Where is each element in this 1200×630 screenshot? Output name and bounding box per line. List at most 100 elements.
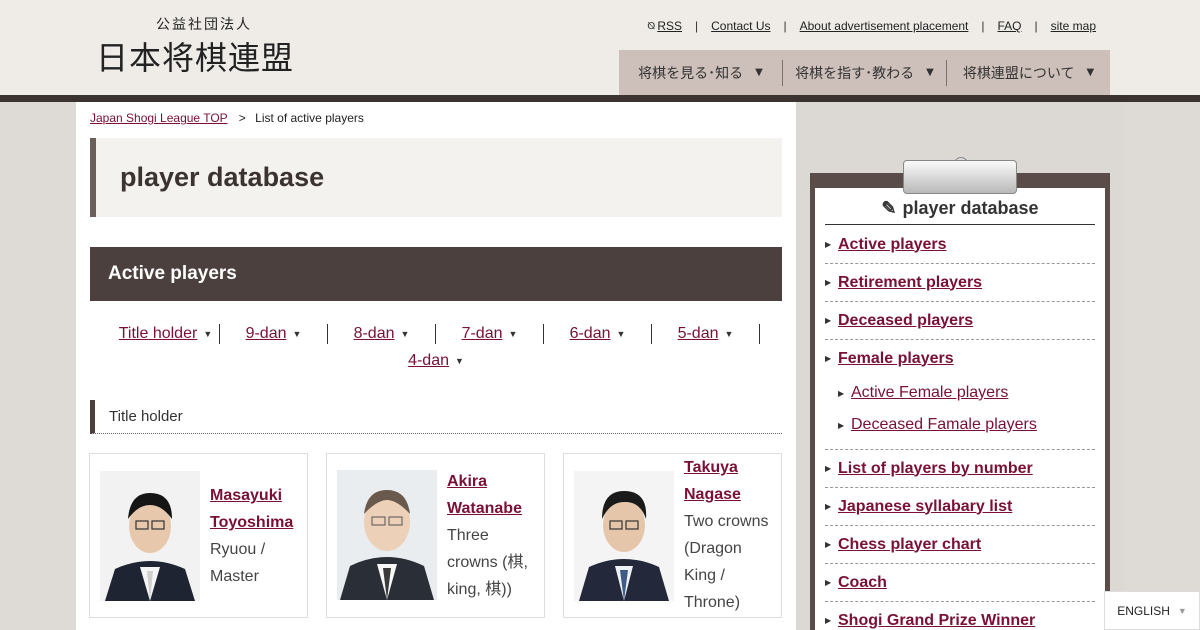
dan-link-8-dan[interactable]: 8-dan <box>354 325 395 343</box>
triangle-right-icon: ▶ <box>825 616 832 625</box>
sidebar-link[interactable]: Deceased players <box>838 312 973 330</box>
separator: | <box>783 19 787 33</box>
dan-link-7-dan[interactable]: 7-dan <box>462 325 503 343</box>
section-heading: Active players <box>90 247 782 301</box>
dan-filter-item[interactable]: 5-dan ▼ <box>652 324 760 344</box>
player-photo[interactable] <box>100 471 200 601</box>
nav-item-about-federation[interactable]: 将棋連盟について ▼ <box>947 60 1110 86</box>
dan-link-5-dan[interactable]: 5-dan <box>678 325 719 343</box>
chevron-down-icon: ▼ <box>1177 605 1187 616</box>
rss-icon: ⦰ <box>647 20 656 32</box>
sidebar-sublink-deceased-female[interactable]: Deceased Famale players <box>851 416 1037 434</box>
player-name-link[interactable]: Akira Watanabe <box>447 468 543 522</box>
sidebar-link[interactable]: List of players by number <box>838 460 1033 478</box>
sidebar-link[interactable]: Coach <box>838 574 887 592</box>
triangle-right-icon: ▶ <box>825 240 832 249</box>
player-card[interactable]: Takuya Nagase Two crowns (Dragon King / … <box>563 453 782 618</box>
dan-filter-row: 4-dan ▼ <box>90 351 782 371</box>
player-title-line: Ryuou / <box>210 541 266 558</box>
nav-item-label: 将棋を見る･知る <box>638 65 744 82</box>
triangle-right-icon: ▶ <box>825 578 832 587</box>
triangle-down-icon: ▼ <box>616 329 626 339</box>
breadcrumb-current: List of active players <box>255 111 364 125</box>
player-title-line: crowns (棋, <box>447 554 528 571</box>
triangle-down-icon: ▼ <box>203 329 213 339</box>
nav-item-watch-learn[interactable]: 将棋を見る･知る ▼ <box>619 59 783 86</box>
player-card[interactable]: Akira Watanabe Three crowns (棋, king, 棋)… <box>326 453 545 618</box>
triangle-right-icon: ▶ <box>838 388 845 398</box>
triangle-right-icon: ▶ <box>838 420 845 430</box>
triangle-down-icon: ▼ <box>455 356 464 366</box>
triangle-down-icon: ▼ <box>400 329 410 339</box>
player-last-name: Watanabe <box>447 500 522 517</box>
sidebar-link[interactable]: Female players <box>838 350 954 368</box>
dan-filter-item[interactable]: 7-dan ▼ <box>436 324 544 344</box>
dan-filter-item[interactable]: 4-dan ▼ <box>382 351 490 371</box>
dan-link-title-holder[interactable]: Title holder <box>119 325 198 343</box>
rss-link[interactable]: RSS <box>657 19 682 33</box>
sidebar-link[interactable]: Active players <box>838 236 947 254</box>
player-title-line: (Dragon <box>684 540 742 557</box>
clipboard-clip <box>903 160 1017 194</box>
dan-filter-item[interactable]: Title holder ▼ <box>112 324 220 344</box>
sidebar-link[interactable]: Shogi Grand Prize Winner <box>838 612 1035 630</box>
chevron-down-icon: ▼ <box>755 67 763 78</box>
player-last-name: Nagase <box>684 486 741 503</box>
nav-item-label: 将棋を指す･教わる <box>795 65 915 82</box>
page-title: player database <box>120 162 325 192</box>
sidebar-item-grand-prize: ▶ Shogi Grand Prize Winner <box>825 602 1095 630</box>
sidebar-title: ✎ player database <box>825 198 1095 225</box>
dan-filter-item[interactable]: 8-dan ▼ <box>328 324 436 344</box>
sidebar-sublink-active-female[interactable]: Active Female players <box>851 384 1008 402</box>
sidebar-item-deceased-players: ▶ Deceased players <box>825 302 1095 340</box>
player-title-line: king, 棋)) <box>447 581 512 598</box>
player-photo[interactable] <box>337 470 437 600</box>
dan-link-6-dan[interactable]: 6-dan <box>570 325 611 343</box>
player-title-line: Throne) <box>684 594 741 611</box>
dan-filter-item[interactable]: 9-dan ▼ <box>220 324 328 344</box>
sidebar-link[interactable]: Japanese syllabary list <box>838 498 1012 516</box>
player-first-name: Akira <box>447 473 488 490</box>
faq-link[interactable]: FAQ <box>998 19 1022 33</box>
nav-item-label: 将棋連盟について <box>962 65 1075 82</box>
player-name-link[interactable]: Takuya Nagase <box>684 454 780 508</box>
logo-subtitle: 公益社団法人 <box>156 17 252 33</box>
breadcrumb-home-link[interactable]: Japan Shogi League TOP <box>90 111 227 125</box>
triangle-right-icon: ▶ <box>825 278 832 287</box>
player-info: Masayuki Toyoshima Ryuou / Master <box>210 482 302 590</box>
player-name-link[interactable]: Masayuki Toyoshima <box>210 482 302 536</box>
player-title-line: Two crowns <box>684 513 769 530</box>
sidebar-item-player-chart: ▶ Chess player chart <box>825 526 1095 564</box>
triangle-right-icon: ▶ <box>825 502 832 511</box>
site-logo[interactable]: 日本将棋連盟 <box>96 33 294 79</box>
triangle-down-icon: ▼ <box>508 329 518 339</box>
player-photo[interactable] <box>574 471 674 601</box>
dan-filter-row: Title holder ▼ 9-dan ▼ 8-dan ▼ 7-dan ▼ 6… <box>90 324 782 344</box>
sitemap-link[interactable]: site map <box>1051 19 1096 33</box>
separator: | <box>695 19 699 33</box>
player-first-name: Masayuki <box>210 487 283 504</box>
breadcrumb: Japan Shogi League TOP > List of active … <box>90 111 364 125</box>
sidebar-item-coach: ▶ Coach <box>825 564 1095 602</box>
language-selector[interactable]: ENGLISH ▼ <box>1104 591 1200 630</box>
nav-item-play-teach[interactable]: 将棋を指す･教わる ▼ <box>783 59 947 86</box>
sidebar-menu: ▶ Active players ▶ Retirement players ▶ … <box>825 226 1095 630</box>
language-label: ENGLISH <box>1117 603 1170 618</box>
dan-filter-item[interactable]: 6-dan ▼ <box>544 324 652 344</box>
advertisement-link[interactable]: About advertisement placement <box>800 19 969 33</box>
subsection-heading: Title holder <box>90 400 782 434</box>
sidebar-link[interactable]: Chess player chart <box>838 536 981 554</box>
dan-link-4-dan[interactable]: 4-dan <box>408 352 449 370</box>
contact-link[interactable]: Contact Us <box>711 19 770 33</box>
player-title-line: Master <box>210 568 259 585</box>
sidebar-title-text: player database <box>902 198 1039 218</box>
player-card[interactable]: Masayuki Toyoshima Ryuou / Master <box>89 453 308 618</box>
site-header: 公益社団法人 日本将棋連盟 ⦰ RSS | Contact Us | About… <box>0 0 1200 95</box>
header-divider <box>0 95 1200 102</box>
separator: | <box>1034 19 1038 33</box>
triangle-down-icon: ▼ <box>292 329 302 339</box>
dan-link-9-dan[interactable]: 9-dan <box>246 325 287 343</box>
sidebar-link[interactable]: Retirement players <box>838 274 982 292</box>
triangle-right-icon: ▶ <box>825 540 832 549</box>
player-last-name: Toyoshima <box>210 514 294 531</box>
